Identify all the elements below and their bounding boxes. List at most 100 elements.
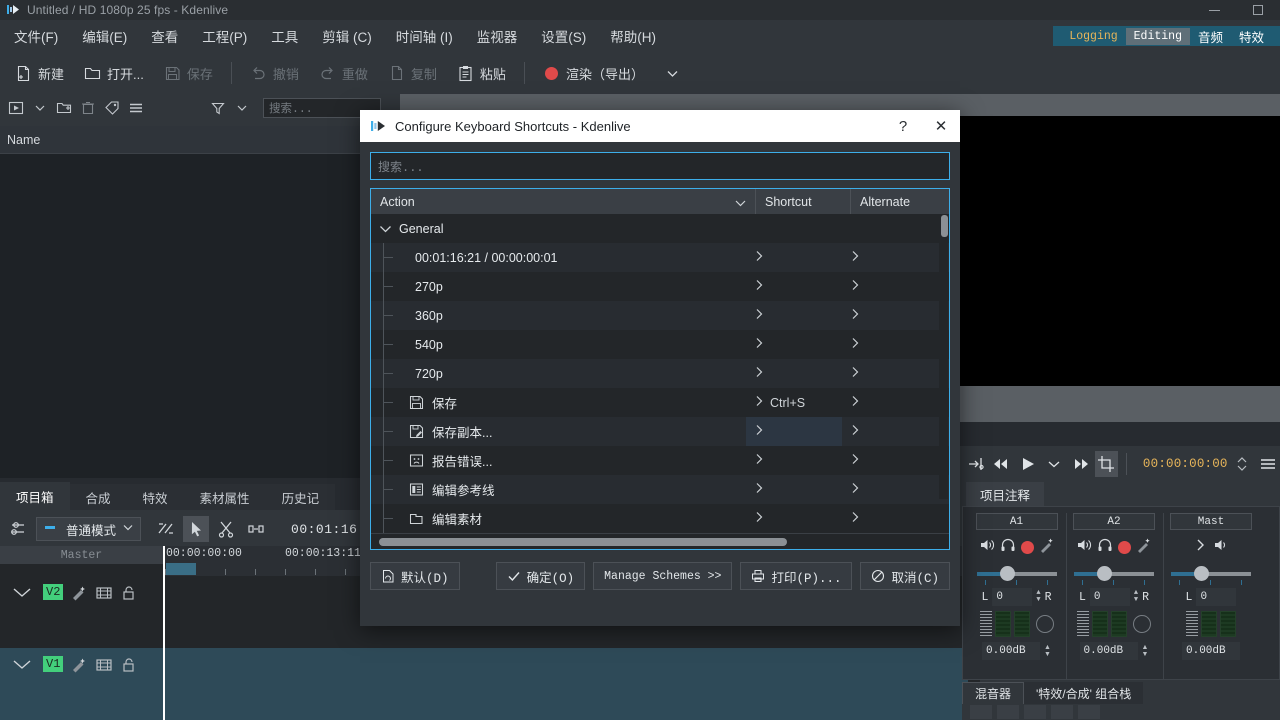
filter-dropdown-icon[interactable] bbox=[231, 97, 253, 119]
new-button[interactable]: 新建 bbox=[6, 59, 73, 88]
column-alternate[interactable]: Alternate bbox=[851, 189, 947, 214]
tab-audio[interactable]: 音频 bbox=[1190, 25, 1231, 48]
row-alternate-cell[interactable] bbox=[842, 504, 938, 533]
vertical-scrollbar[interactable] bbox=[939, 214, 948, 499]
ok-button[interactable]: 确定(O) bbox=[496, 562, 586, 590]
row-shortcut-cell[interactable] bbox=[746, 446, 842, 475]
record-icon[interactable] bbox=[1021, 541, 1034, 554]
mixer-strip-name-a1[interactable]: A1 bbox=[976, 513, 1058, 530]
bottom-icon-2[interactable] bbox=[997, 705, 1019, 719]
add-clip-dropdown-icon[interactable] bbox=[29, 97, 51, 119]
pan-spinner-icon[interactable]: ▲▼ bbox=[1134, 590, 1138, 604]
row-shortcut-cell[interactable] bbox=[746, 475, 842, 504]
close-icon[interactable]: ✕ bbox=[922, 110, 960, 142]
track-effects-icon[interactable] bbox=[70, 584, 88, 602]
track-head-v2[interactable]: V2 bbox=[0, 576, 163, 648]
maximize-button[interactable] bbox=[1236, 0, 1280, 20]
menu-file[interactable]: 文件(F) bbox=[4, 22, 68, 50]
gain-value-a2[interactable]: 0.00dB bbox=[1080, 642, 1138, 660]
open-button[interactable]: 打开... bbox=[75, 59, 153, 88]
vertical-scrollbar-thumb[interactable] bbox=[941, 215, 948, 237]
row-shortcut-cell[interactable] bbox=[746, 243, 842, 272]
monitor-timecode[interactable]: 00:00:00:00 bbox=[1143, 457, 1228, 471]
tab-project-notes[interactable]: 项目注释 bbox=[966, 482, 1044, 506]
row-alternate-cell[interactable] bbox=[842, 301, 938, 330]
filter-icon[interactable] bbox=[207, 97, 229, 119]
play-options-chevron-icon[interactable] bbox=[1043, 451, 1066, 477]
tab-effects[interactable]: 特效 bbox=[1231, 25, 1272, 48]
delete-icon[interactable] bbox=[77, 97, 99, 119]
zone-crop-icon[interactable] bbox=[1095, 451, 1118, 477]
table-row[interactable]: 保存 Ctrl+S bbox=[371, 388, 949, 417]
row-alternate-cell[interactable] bbox=[842, 330, 938, 359]
timeline-timecode[interactable]: 00:01:16: bbox=[291, 522, 366, 537]
menu-tool[interactable]: 工具 bbox=[261, 22, 308, 50]
timeline-settings-icon[interactable] bbox=[6, 516, 32, 542]
timeline-zone-marker[interactable] bbox=[166, 563, 196, 575]
track-label-v2[interactable]: V2 bbox=[43, 584, 63, 600]
effects-wand-icon[interactable] bbox=[1039, 537, 1055, 558]
menu-settings[interactable]: 设置(S) bbox=[531, 22, 596, 50]
rewind-icon[interactable] bbox=[990, 451, 1013, 477]
table-row[interactable]: 270p bbox=[371, 272, 949, 301]
table-row[interactable]: 编辑参考线 bbox=[371, 475, 949, 504]
pan-spinner-icon[interactable]: ▲▼ bbox=[1036, 590, 1040, 604]
set-zone-in-icon[interactable] bbox=[964, 451, 987, 477]
pan-value-a1[interactable]: 0 bbox=[992, 588, 1032, 606]
bottom-icon-4[interactable] bbox=[1051, 705, 1073, 719]
bottom-icon-5[interactable] bbox=[1078, 705, 1100, 719]
tab-mixer[interactable]: 混音器 bbox=[962, 682, 1024, 704]
track-video-icon[interactable] bbox=[95, 584, 113, 602]
record-icon[interactable] bbox=[1118, 541, 1131, 554]
timeline-playhead[interactable] bbox=[163, 546, 165, 720]
timecode-spinner-icon[interactable] bbox=[1231, 451, 1254, 477]
menu-clip[interactable]: 剪辑 (C) bbox=[312, 22, 382, 50]
render-button[interactable]: 渲染（导出） bbox=[534, 59, 653, 88]
table-row[interactable]: 编辑素材 bbox=[371, 504, 949, 533]
table-row[interactable]: 00:01:16:21 / 00:00:00:01 bbox=[371, 243, 949, 272]
tab-effects[interactable]: 特效 bbox=[127, 484, 184, 510]
row-shortcut-cell[interactable] bbox=[746, 330, 842, 359]
mix-clips-icon[interactable] bbox=[153, 516, 179, 542]
spacer-tool-icon[interactable] bbox=[243, 516, 269, 542]
play-icon[interactable] bbox=[1016, 451, 1039, 477]
paste-button[interactable]: 粘贴 bbox=[448, 59, 515, 88]
tab-clip-properties[interactable]: 素材属性 bbox=[184, 484, 266, 510]
row-shortcut-cell[interactable]: Ctrl+S bbox=[746, 388, 842, 417]
manage-schemes-button[interactable]: Manage Schemes >> bbox=[593, 562, 732, 590]
track-label-v1[interactable]: V1 bbox=[43, 656, 63, 672]
row-alternate-cell[interactable] bbox=[842, 243, 938, 272]
tab-effect-composition-stack[interactable]: '特效/合成' 组合栈 bbox=[1024, 682, 1143, 704]
table-row[interactable]: 360p bbox=[371, 301, 949, 330]
chevron-down-icon[interactable] bbox=[10, 656, 36, 677]
chevron-down-icon[interactable] bbox=[379, 224, 392, 234]
bin-column-header-name[interactable]: Name bbox=[0, 126, 400, 154]
bin-menu-icon[interactable] bbox=[125, 97, 147, 119]
cancel-button[interactable]: 取消(C) bbox=[860, 562, 950, 590]
bin-content-area[interactable] bbox=[0, 154, 400, 478]
undo-button[interactable]: 撤销 bbox=[241, 59, 308, 88]
menu-monitor[interactable]: 监视器 bbox=[467, 22, 528, 50]
razor-tool-icon[interactable] bbox=[213, 516, 239, 542]
redo-button[interactable]: 重做 bbox=[310, 59, 377, 88]
mixer-pan-slider-a1[interactable] bbox=[977, 566, 1057, 580]
defaults-button[interactable]: 默认(D) bbox=[370, 562, 460, 590]
row-alternate-cell[interactable] bbox=[842, 446, 938, 475]
gain-spinner-icon[interactable]: ▲▼ bbox=[1142, 644, 1149, 658]
row-shortcut-cell[interactable] bbox=[746, 272, 842, 301]
table-row[interactable]: 540p bbox=[371, 330, 949, 359]
timeline-edit-mode-select[interactable]: 普通模式 bbox=[36, 517, 141, 541]
horizontal-scrollbar[interactable] bbox=[371, 533, 949, 549]
gain-spinner-icon[interactable]: ▲▼ bbox=[1044, 644, 1051, 658]
row-alternate-cell[interactable] bbox=[842, 272, 938, 301]
speaker-icon[interactable] bbox=[1076, 537, 1092, 558]
track-head-v1[interactable]: V1 bbox=[0, 648, 163, 720]
track-video-icon[interactable] bbox=[95, 656, 113, 674]
shortcut-group-general[interactable]: General bbox=[371, 214, 949, 243]
row-shortcut-cell[interactable] bbox=[746, 359, 842, 388]
menu-help[interactable]: 帮助(H) bbox=[600, 22, 666, 50]
speaker-icon[interactable] bbox=[1213, 537, 1229, 558]
bottom-icon-3[interactable] bbox=[1024, 705, 1046, 719]
mixer-pan-slider-master[interactable] bbox=[1171, 566, 1251, 580]
shortcut-search-input[interactable]: 搜索... bbox=[370, 152, 950, 180]
